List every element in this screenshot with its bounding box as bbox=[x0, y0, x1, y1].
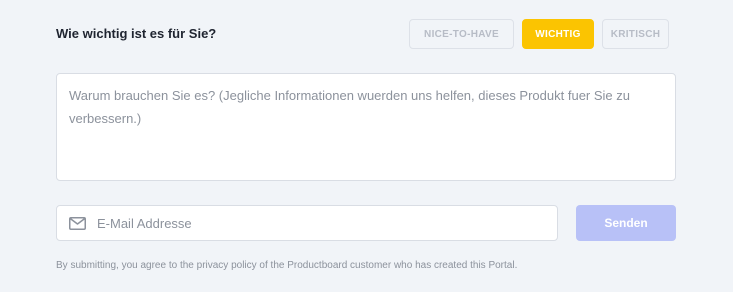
priority-nice-to-have-button[interactable]: NICE-TO-HAVE bbox=[409, 19, 514, 49]
reason-textarea[interactable]: Warum brauchen Sie es? (Jegliche Informa… bbox=[56, 73, 676, 181]
mail-icon bbox=[69, 216, 86, 230]
send-button[interactable]: Senden bbox=[576, 205, 676, 241]
privacy-disclaimer: By submitting, you agree to the privacy … bbox=[56, 260, 518, 271]
email-field[interactable]: E-Mail Addresse bbox=[56, 205, 558, 241]
feedback-form: Wie wichtig ist es für Sie? NICE-TO-HAVE… bbox=[0, 0, 733, 292]
email-placeholder: E-Mail Addresse bbox=[97, 215, 192, 231]
reason-placeholder: Warum brauchen Sie es? (Jegliche Informa… bbox=[69, 88, 630, 126]
priority-kritisch-button[interactable]: KRITISCH bbox=[602, 19, 669, 49]
priority-wichtig-button[interactable]: WICHTIG bbox=[522, 19, 594, 49]
priority-selector: NICE-TO-HAVE WICHTIG KRITISCH bbox=[409, 19, 669, 49]
importance-question: Wie wichtig ist es für Sie? bbox=[56, 26, 217, 41]
